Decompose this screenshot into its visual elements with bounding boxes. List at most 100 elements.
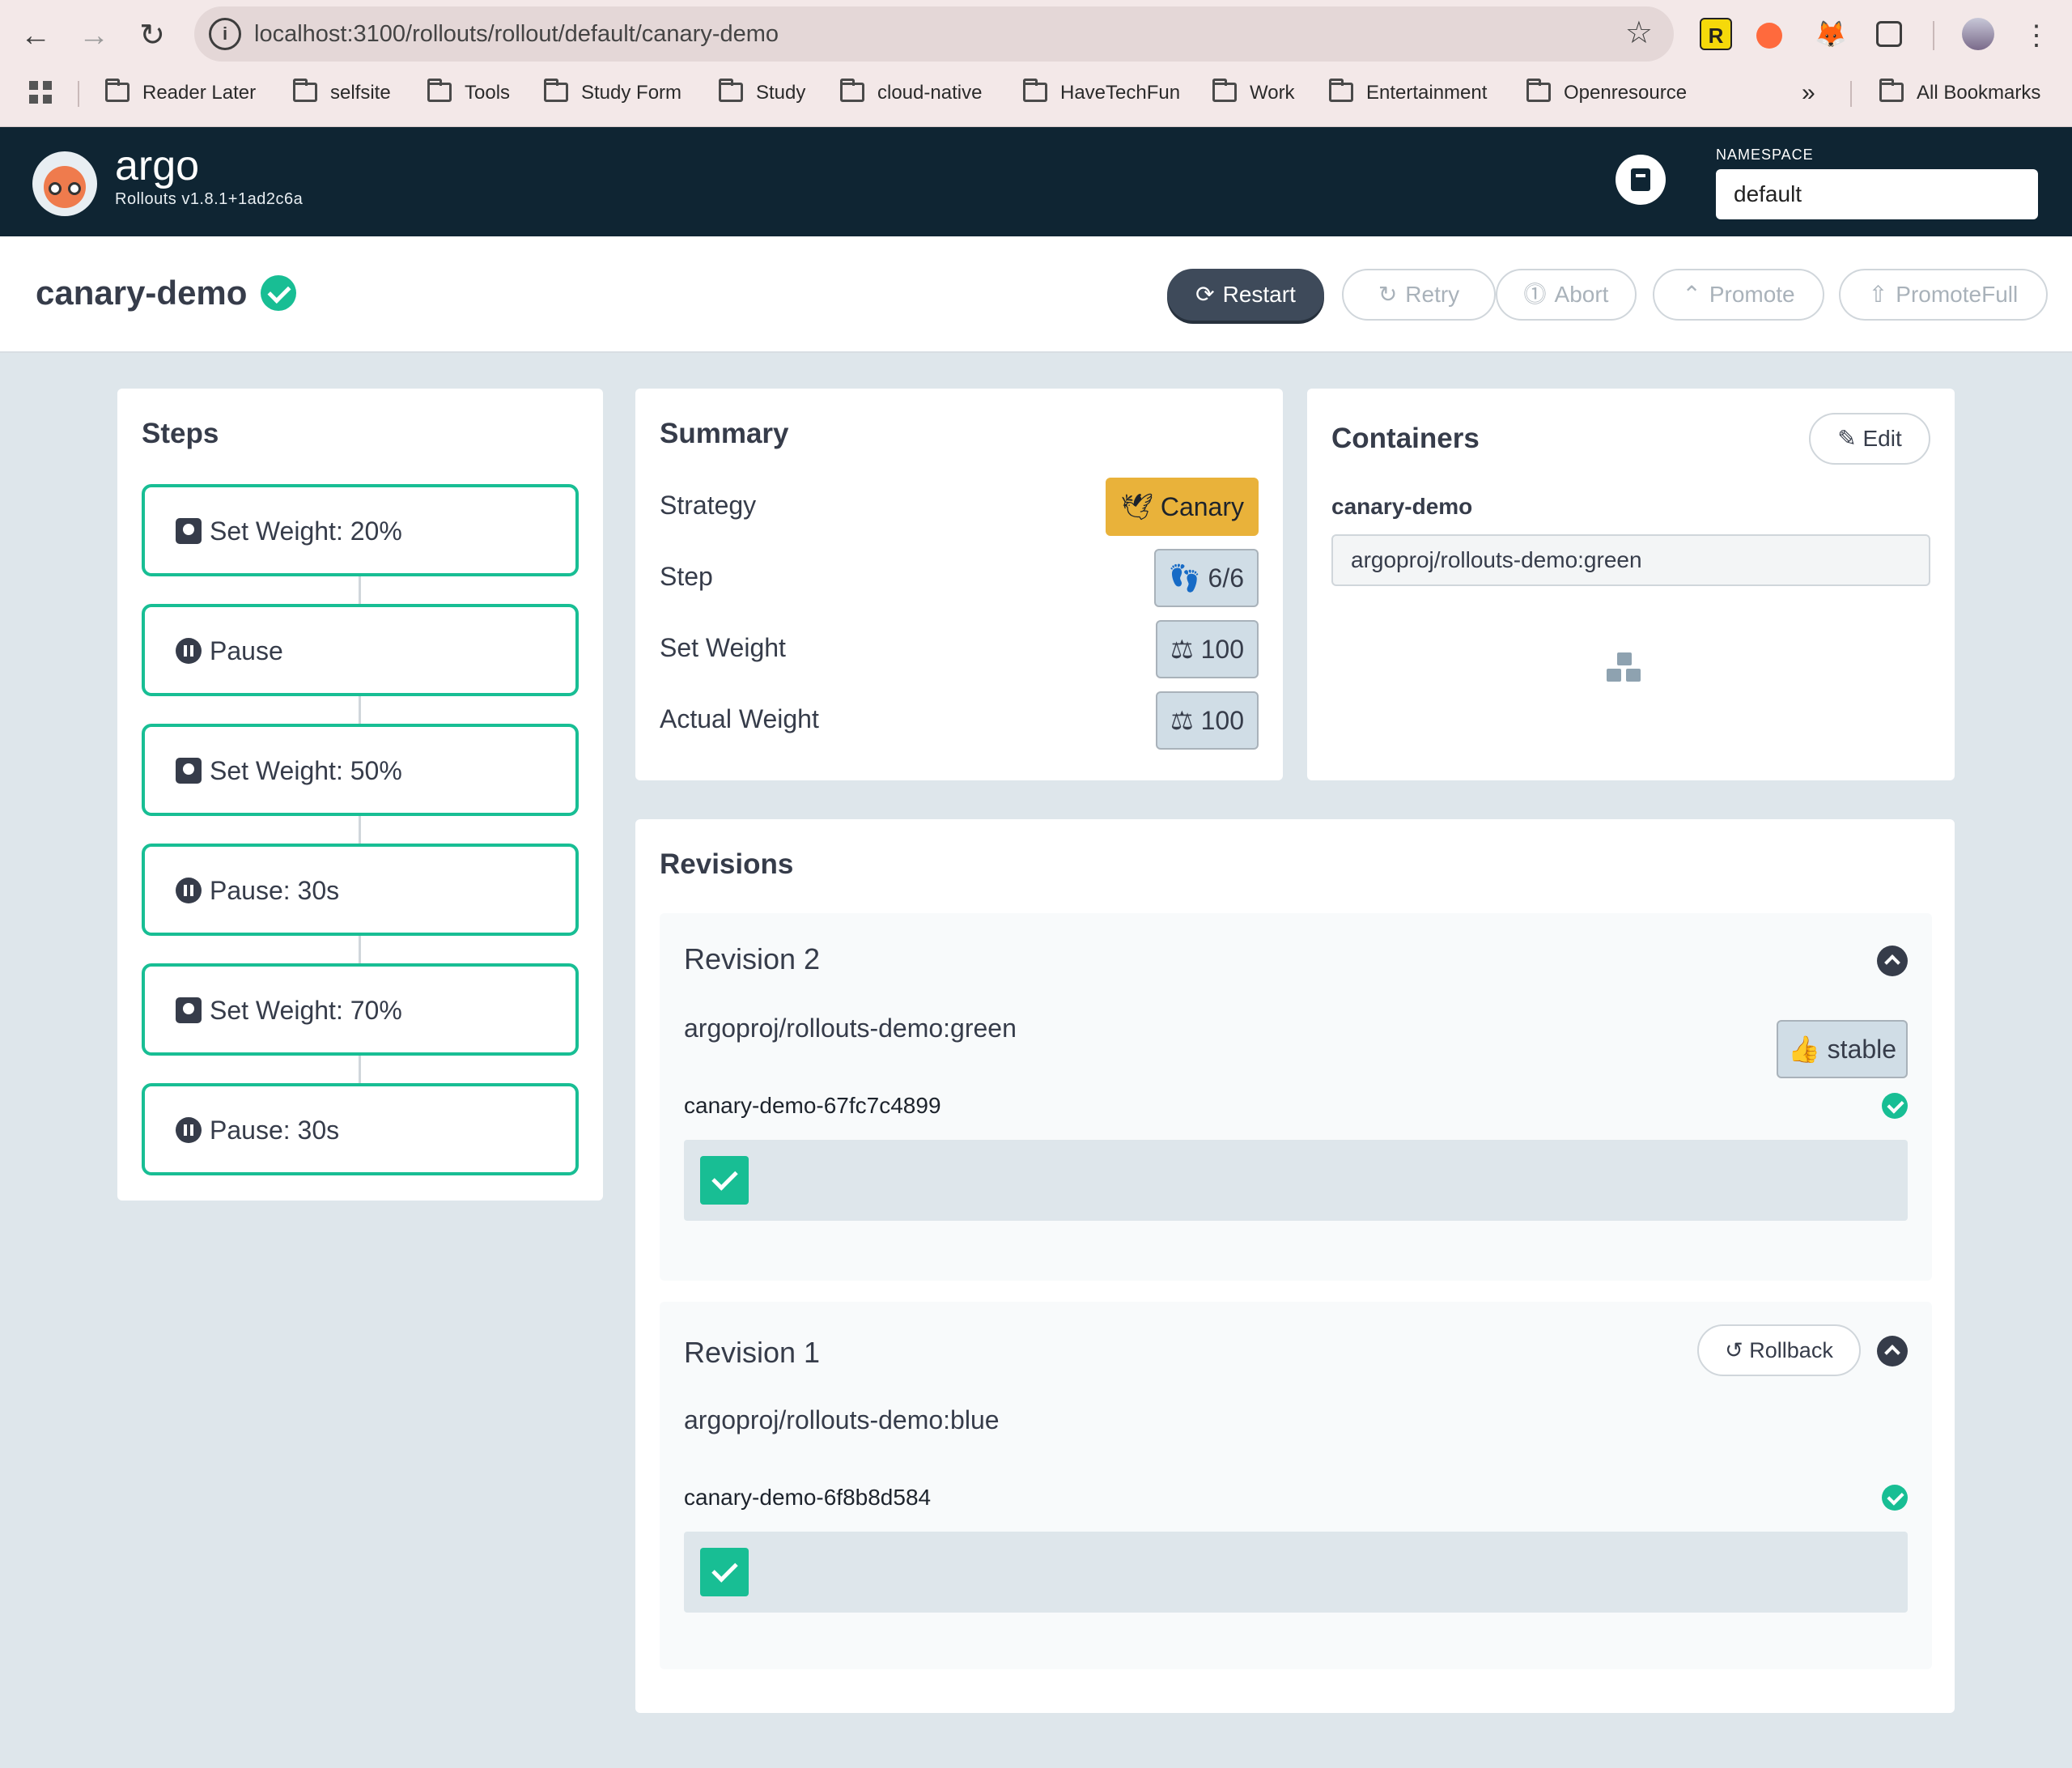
bookmarks-bar: Reader Later selfsite Tools Study Form S… [0, 74, 2072, 112]
weight-icon [176, 997, 202, 1023]
promote-button[interactable]: ⌃ Promote [1653, 269, 1824, 321]
replicaset-name: canary-demo-67fc7c4899 [684, 1093, 941, 1118]
brand-name: argo [115, 142, 200, 189]
toolbar-divider [1933, 21, 1934, 50]
bookmark-folder[interactable]: Tools [427, 79, 510, 107]
edit-button[interactable]: ✎ Edit [1809, 413, 1930, 465]
metamask-icon[interactable]: 🦊 [1815, 18, 1847, 50]
weight-icon [176, 758, 202, 784]
folder-icon [105, 79, 130, 102]
pencil-icon: ✎ [1837, 426, 1863, 451]
folder-icon [840, 79, 864, 102]
revisions-title: Revisions [660, 848, 794, 880]
chevron-circle-up-icon: ⌃ [1682, 282, 1701, 307]
collapse-icon[interactable] [1877, 946, 1908, 976]
browser-menu-icon[interactable]: ⋮ [2017, 16, 2056, 55]
healthy-check-icon [1882, 1093, 1908, 1119]
folder-icon [1879, 79, 1904, 102]
bookmark-star-icon[interactable]: ☆ [1625, 15, 1653, 51]
bookmark-folder[interactable]: cloud-native [840, 79, 982, 107]
step-connector [359, 576, 361, 606]
thumbs-up-icon: 👍 [1787, 1035, 1828, 1064]
pause-icon [176, 638, 202, 664]
step-label: Step [660, 562, 713, 591]
forward-icon[interactable]: → [74, 16, 113, 55]
container-image-field[interactable]: argoproj/rollouts-demo:green [1331, 534, 1930, 586]
pod-healthy-icon[interactable] [700, 1548, 749, 1596]
summary-title: Summary [660, 418, 789, 449]
actual-weight-badge: ⚖ 100 [1156, 691, 1259, 750]
container-name: canary-demo [1331, 494, 1473, 519]
weight-icon [176, 518, 202, 544]
extension-r-icon[interactable]: R [1700, 18, 1732, 50]
page-title: canary-demo [36, 274, 248, 312]
step-item[interactable]: Set Weight: 70% [142, 963, 579, 1056]
bookmark-folder[interactable]: Openresource [1526, 79, 1687, 107]
extensions-puzzle-icon[interactable] [1876, 21, 1902, 47]
all-bookmarks-folder[interactable]: All Bookmarks [1879, 79, 2040, 107]
url-text[interactable]: localhost:3100/rollouts/rollout/default/… [254, 18, 779, 50]
namespace-label: NAMESPACE [1716, 147, 1814, 163]
revision-title: Revision 2 [684, 942, 821, 975]
step-connector [359, 816, 361, 845]
healthy-check-icon [261, 275, 296, 311]
address-bar[interactable]: i localhost:3100/rollouts/rollout/defaul… [194, 6, 1674, 62]
healthy-check-icon [1882, 1485, 1908, 1511]
apps-grid-icon[interactable] [29, 79, 52, 107]
step-item[interactable]: Set Weight: 50% [142, 724, 579, 816]
set-weight-label: Set Weight [660, 633, 786, 662]
version-label: Rollouts v1.8.1+1ad2c6a [115, 190, 304, 208]
step-item[interactable]: Pause [142, 604, 579, 696]
reload-icon[interactable]: ↻ [133, 16, 172, 55]
bookmark-folder[interactable]: HaveTechFun [1023, 79, 1180, 107]
bookmark-folder[interactable]: Entertainment [1329, 79, 1487, 107]
revisions-card: Revisions Revision 2 argoproj/rollouts-d… [635, 819, 1955, 1713]
revision-block: Revision 1 ↺ Rollback argoproj/rollouts-… [660, 1302, 1932, 1669]
pod-healthy-icon[interactable] [700, 1156, 749, 1205]
folder-icon [1212, 79, 1237, 102]
pods-area [684, 1532, 1908, 1613]
step-badge: 👣 6/6 [1153, 549, 1259, 607]
revision-title: Revision 1 [684, 1336, 821, 1369]
folder-icon [544, 79, 568, 102]
actual-weight-label: Actual Weight [660, 704, 819, 733]
folder-icon [293, 79, 317, 102]
balance-scale-icon: ⚖ [1170, 635, 1201, 664]
pause-icon [176, 878, 202, 903]
rollback-button[interactable]: ↺ Rollback [1697, 1324, 1861, 1376]
step-item[interactable]: Pause: 30s [142, 844, 579, 936]
restart-button[interactable]: ⟳ Restart [1167, 269, 1324, 321]
argo-logo[interactable] [32, 151, 97, 216]
abort-button[interactable]: ⓵ Abort [1496, 269, 1637, 321]
more-bookmarks-icon[interactable]: » [1802, 79, 1815, 107]
step-connector [359, 936, 361, 965]
folder-icon [1023, 79, 1047, 102]
extension-orange-icon[interactable] [1756, 23, 1782, 49]
bookmarks-divider [1850, 81, 1852, 107]
folder-icon [427, 79, 452, 102]
pause-icon [176, 1117, 202, 1143]
bookmark-folder[interactable]: selfsite [293, 79, 391, 107]
step-item[interactable]: Pause: 30s [142, 1083, 579, 1175]
site-info-icon[interactable]: i [209, 18, 241, 50]
bookmark-folder[interactable]: Study Form [544, 79, 681, 107]
arrow-circle-up-icon: ⇧ [1868, 282, 1888, 307]
containers-card: Containers ✎ Edit canary-demo argoproj/r… [1307, 389, 1955, 780]
collapse-icon[interactable] [1877, 1336, 1908, 1366]
shoe-prints-icon: 👣 [1168, 563, 1208, 593]
back-icon[interactable]: ← [16, 16, 55, 55]
profile-avatar[interactable] [1962, 18, 1994, 50]
replicaset-name: canary-demo-6f8b8d584 [684, 1485, 932, 1510]
promote-full-button[interactable]: ⇧ PromoteFull [1839, 269, 2048, 321]
bookmark-folder[interactable]: Reader Later [105, 79, 256, 107]
containers-title: Containers [1331, 423, 1480, 454]
strategy-badge: 🕊 Canary [1106, 478, 1259, 536]
bookmark-folder[interactable]: Work [1212, 79, 1295, 107]
app-header: argo Rollouts v1.8.1+1ad2c6a NAMESPACE [0, 127, 2072, 236]
retry-button[interactable]: ↻ Retry [1342, 269, 1496, 321]
namespace-input[interactable] [1716, 169, 2038, 219]
bookmark-folder[interactable]: Study [719, 79, 805, 107]
step-item[interactable]: Set Weight: 20% [142, 484, 579, 576]
rollout-titlebar: canary-demo ⟳ Restart ↻ Retry ⓵ Abort ⌃ Prom… [0, 236, 2072, 353]
docs-book-icon[interactable] [1616, 155, 1666, 205]
